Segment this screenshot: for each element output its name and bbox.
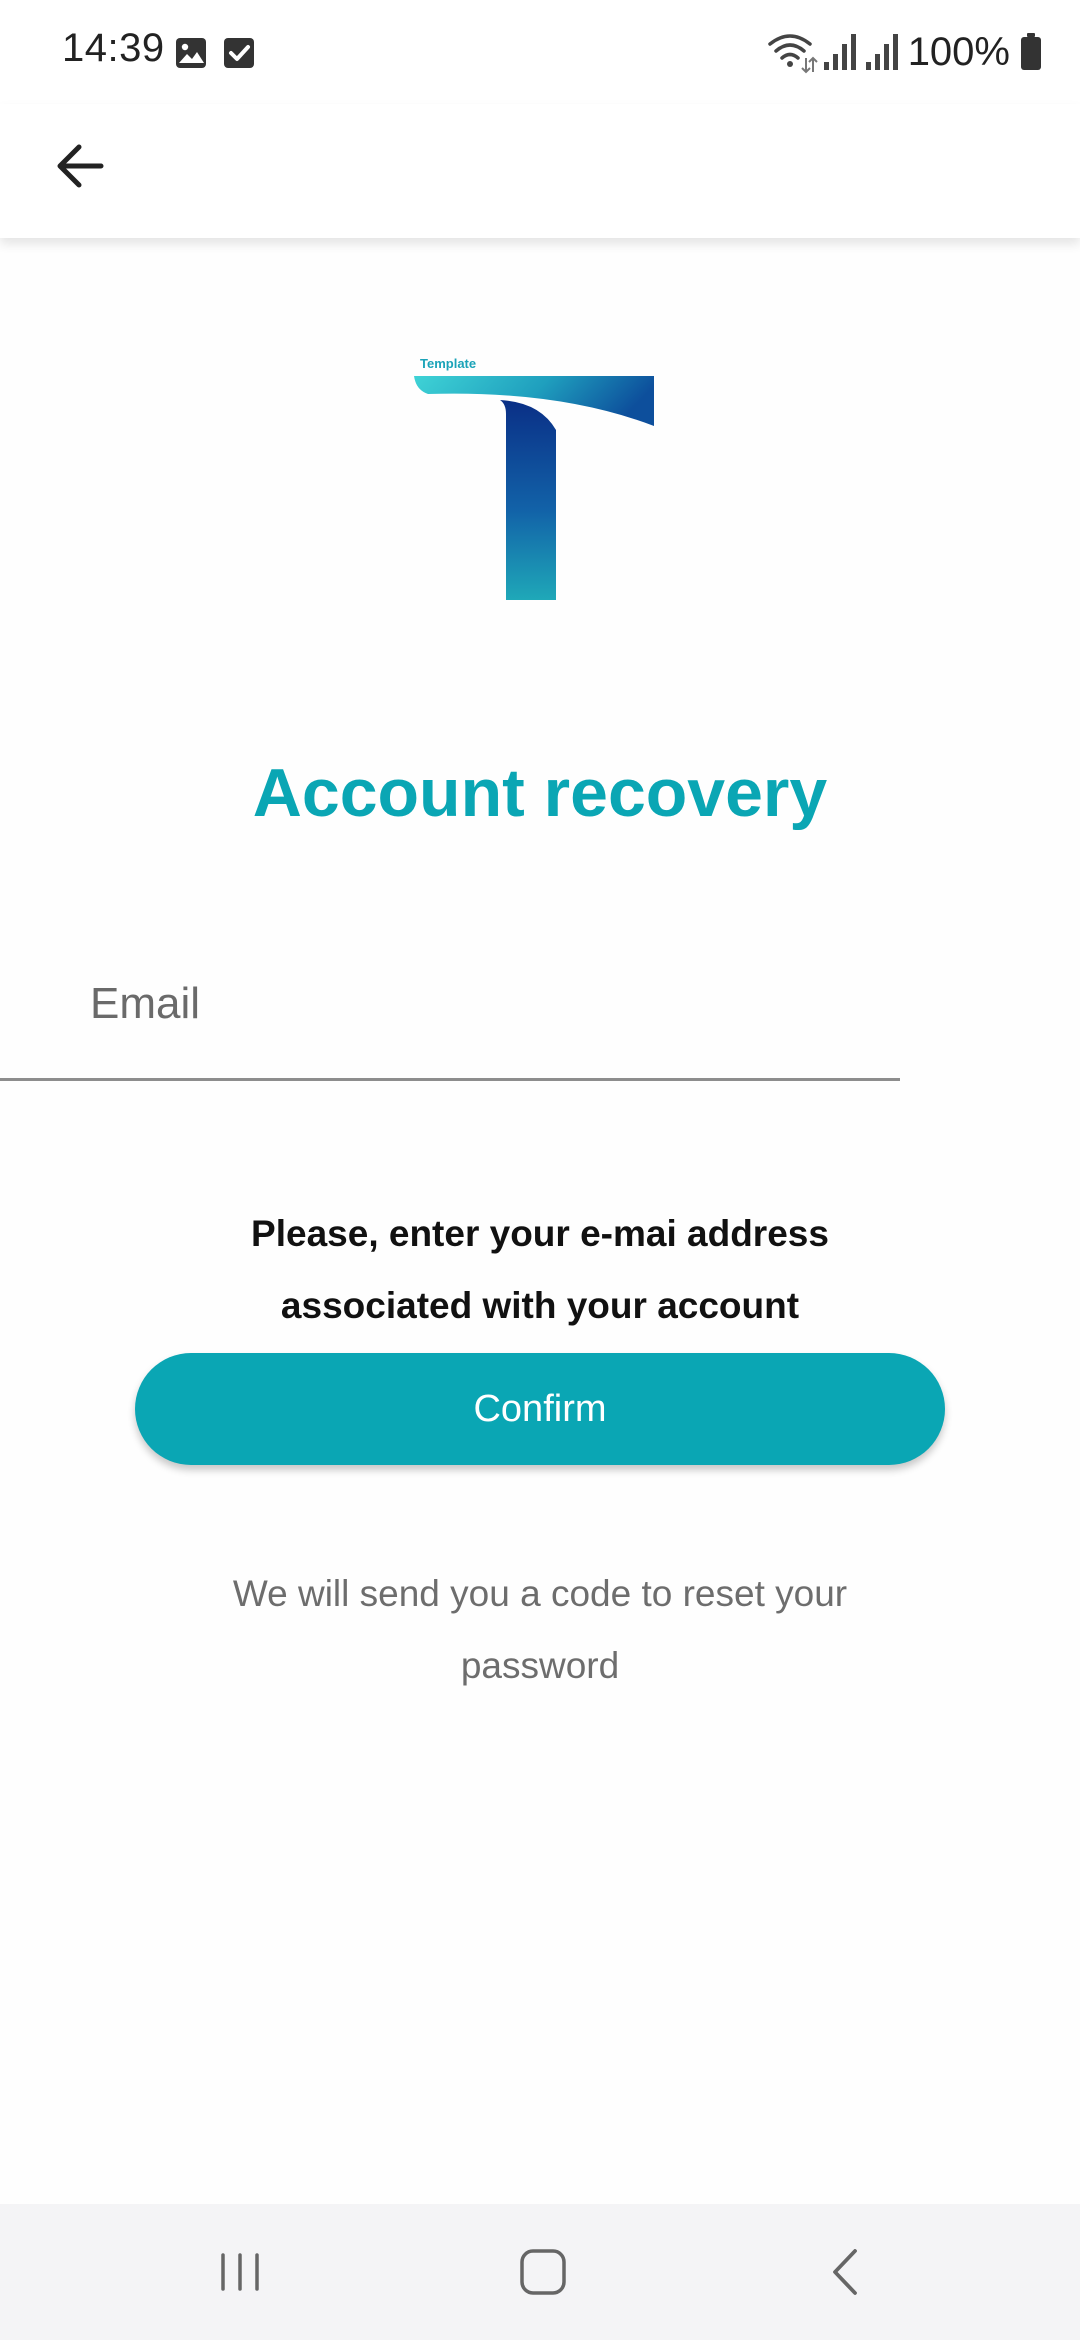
home-icon bbox=[520, 2249, 566, 2295]
home-button[interactable] bbox=[483, 2232, 603, 2312]
arrow-left-icon bbox=[57, 144, 104, 188]
page-title: Account recovery bbox=[252, 755, 828, 831]
email-field[interactable] bbox=[90, 950, 990, 1080]
recents-button[interactable] bbox=[180, 2232, 300, 2312]
confirm-button[interactable]: Confirm bbox=[135, 1353, 945, 1465]
confirm-button-label: Confirm bbox=[473, 1387, 607, 1430]
checkbox-notification-icon bbox=[224, 38, 254, 68]
logo-wordmark: Template bbox=[420, 356, 476, 371]
status-time: 14:39 bbox=[62, 26, 165, 70]
info-text: We will send you a code to reset your pa… bbox=[180, 1558, 900, 1702]
instructions-text: Please, enter your e-mai address associa… bbox=[160, 1198, 920, 1342]
app-logo: Template bbox=[414, 356, 654, 600]
system-nav-bar bbox=[0, 2204, 1080, 2340]
back-button[interactable] bbox=[40, 126, 120, 206]
signal-icon-2 bbox=[865, 34, 898, 70]
gallery-notification-icon bbox=[176, 38, 206, 68]
signal-icon bbox=[823, 34, 856, 70]
battery-percentage: 100% bbox=[907, 29, 1010, 74]
app-bar bbox=[0, 104, 1080, 238]
instructions-line-2: associated with your account bbox=[280, 1285, 800, 1326]
recents-icon bbox=[221, 2253, 259, 2291]
status-bar: 14:39 100% bbox=[0, 0, 1080, 104]
info-line-2: password bbox=[460, 1645, 620, 1686]
content-area: Template Account recovery Please, enter … bbox=[0, 238, 1080, 2204]
info-line-1: We will send you a code to reset your bbox=[232, 1573, 848, 1614]
email-underline bbox=[0, 1078, 900, 1081]
email-input[interactable] bbox=[90, 950, 990, 1040]
instructions-line-1: Please, enter your e-mai address bbox=[251, 1213, 829, 1254]
battery-icon bbox=[1021, 33, 1041, 70]
wifi-icon bbox=[767, 34, 818, 74]
system-back-button[interactable] bbox=[786, 2232, 906, 2312]
account-recovery-screen: 14:39 100% Template Account recovery Ema… bbox=[0, 0, 1080, 2340]
back-chevron-icon bbox=[833, 2249, 857, 2295]
status-icons: 100% bbox=[766, 26, 1042, 78]
